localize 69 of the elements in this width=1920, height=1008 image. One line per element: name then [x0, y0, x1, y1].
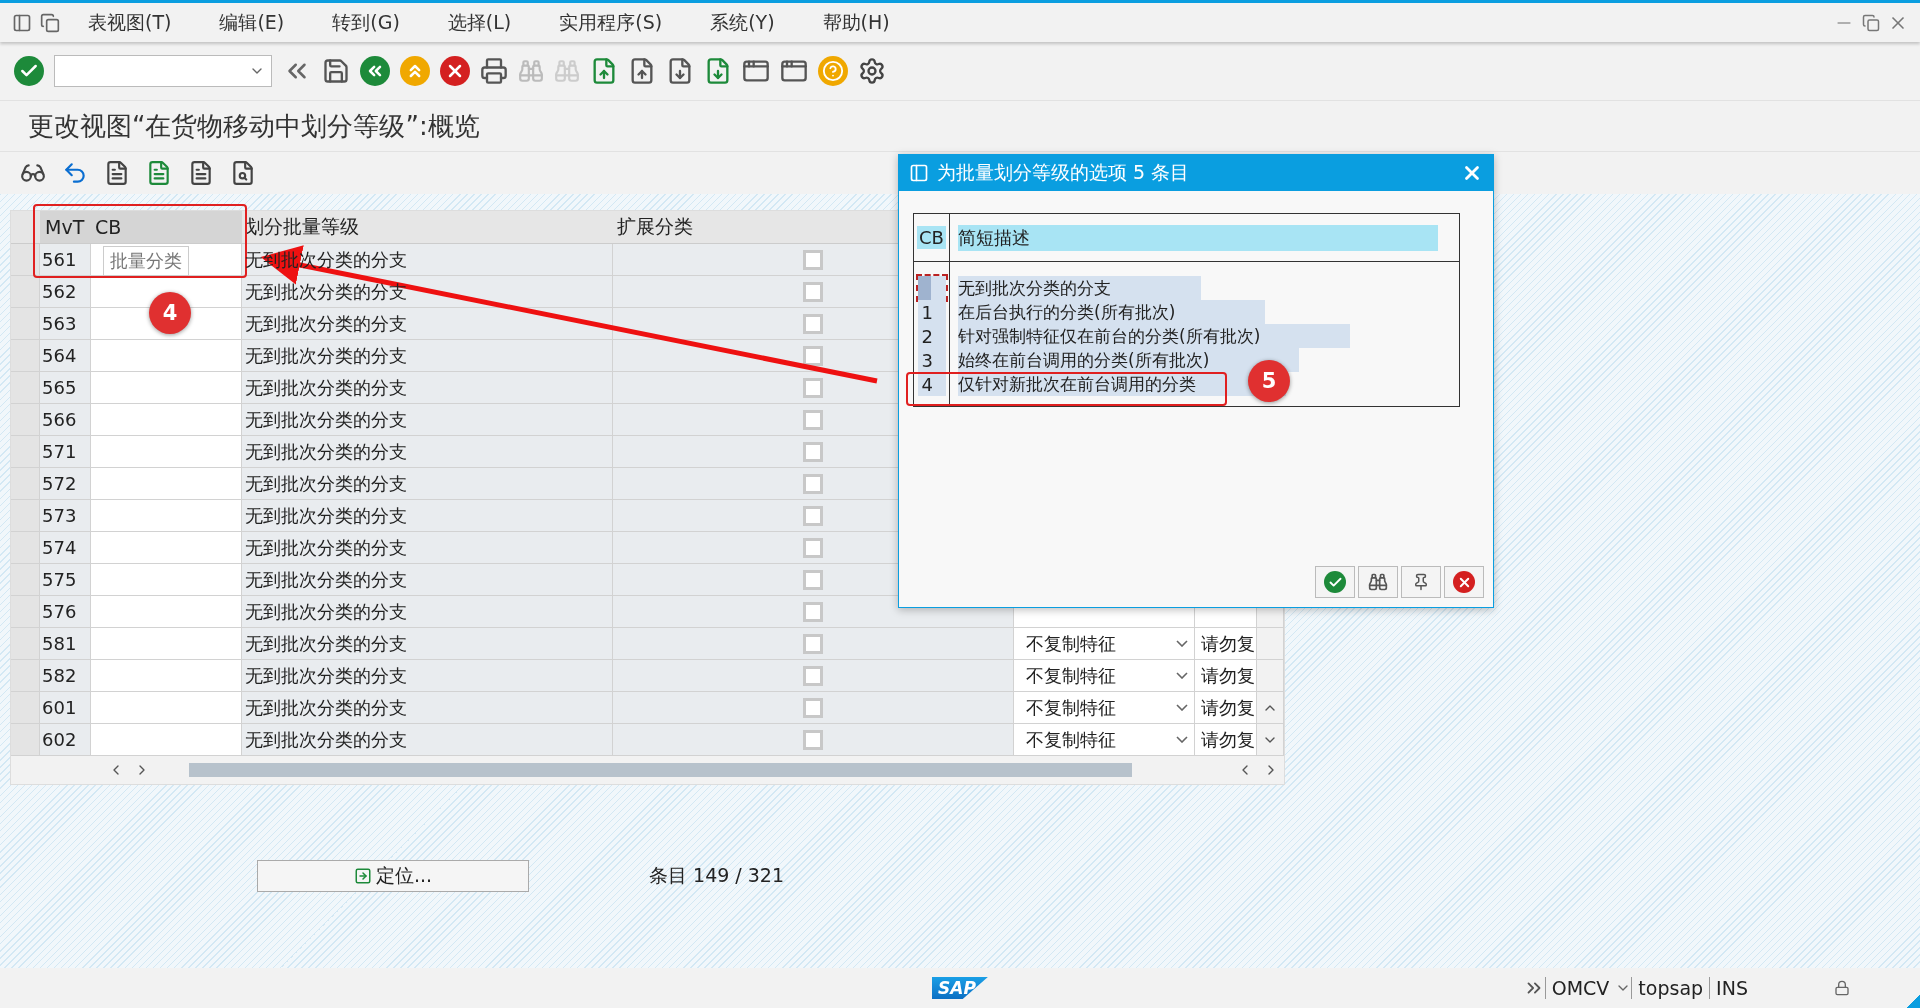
- table-cell: 565: [40, 372, 91, 404]
- table-cell: 575: [40, 564, 91, 596]
- table-cell: 564: [40, 340, 91, 372]
- table-cell: 572: [40, 468, 91, 500]
- tooltip: 批量分类: [103, 246, 189, 276]
- dropdown[interactable]: 不复制特征: [1014, 692, 1195, 724]
- table-cell: 请勿复: [1195, 660, 1257, 692]
- option-item[interactable]: 无到批次分类的分支: [958, 276, 1201, 300]
- transaction-code[interactable]: OMCV: [1544, 977, 1616, 999]
- table-cell: 581: [40, 628, 91, 660]
- option-item[interactable]: 针对强制特征仅在前台的分类(所有批次): [958, 324, 1351, 348]
- column-header: 简短描述: [958, 224, 1438, 251]
- menu-item[interactable]: 转到(G): [312, 9, 420, 36]
- table-cell: 602: [40, 724, 91, 756]
- logo: SAP: [932, 977, 988, 999]
- dropdown[interactable]: 不复制特征: [1014, 724, 1195, 756]
- table-cell: 573: [40, 500, 91, 532]
- dialog-title: 为批量划分等级的选项 5 条目: [937, 160, 1191, 185]
- table-cell: 无到批次分类的分支: [242, 692, 613, 724]
- entry-count: 条目 149 / 321: [649, 863, 785, 888]
- table-cell: 无到批次分类的分支: [242, 372, 613, 404]
- table-cell: 576: [40, 596, 91, 628]
- user-name: topsap: [1631, 977, 1710, 999]
- table-cell: 571: [40, 436, 91, 468]
- option-code[interactable]: 1: [917, 300, 946, 324]
- table-cell: 582: [40, 660, 91, 692]
- table-cell: 无到批次分类的分支: [242, 596, 613, 628]
- option-code[interactable]: 4: [917, 372, 946, 396]
- table-cell: 无到批次分类的分支: [242, 436, 613, 468]
- table-cell: 无到批次分类的分支: [242, 468, 613, 500]
- menu-item[interactable]: 系统(Y): [690, 9, 795, 36]
- table-cell: 562: [40, 276, 91, 308]
- option-item[interactable]: 始终在前台调用的分类(所有批次): [958, 348, 1300, 372]
- table-cell: 请勿复: [1195, 628, 1257, 660]
- menu-item[interactable]: 帮助(H): [802, 9, 910, 36]
- option-item[interactable]: 在后台执行的分类(所有批次): [958, 300, 1266, 324]
- table-cell: 无到批次分类的分支: [242, 340, 613, 372]
- dropdown[interactable]: 不复制特征: [1014, 628, 1195, 660]
- dropdown[interactable]: 不复制特征: [1014, 660, 1195, 692]
- table-cell: 无到批次分类的分支: [242, 308, 613, 340]
- table-cell: 561: [40, 244, 91, 276]
- option-code[interactable]: 3: [917, 348, 946, 372]
- menu-item[interactable]: 编辑(E): [199, 9, 305, 36]
- table-cell: 566: [40, 404, 91, 436]
- table-cell: 无到批次分类的分支: [242, 660, 613, 692]
- table-cell: 无到批次分类的分支: [242, 276, 613, 308]
- menu-item[interactable]: 实用程序(S): [539, 9, 683, 36]
- position-button[interactable]: 定位...: [257, 860, 529, 892]
- table-cell: 无到批次分类的分支: [242, 500, 613, 532]
- table-cell: 无到批次分类的分支: [242, 628, 613, 660]
- table-cell: 601: [40, 692, 91, 724]
- table-cell: 请勿复: [1195, 724, 1257, 756]
- column-header[interactable]: CB: [91, 211, 242, 244]
- option-code[interactable]: 2: [917, 324, 946, 348]
- table-cell: 574: [40, 532, 91, 564]
- column-header[interactable]: 划分批量等级: [242, 211, 613, 244]
- cb-input[interactable]: 批量分类: [91, 244, 242, 276]
- table-cell: 无到批次分类的分支: [242, 532, 613, 564]
- input-mode: INS: [1709, 977, 1754, 999]
- table-cell: 563: [40, 308, 91, 340]
- menu-item[interactable]: 选择(L): [427, 9, 532, 36]
- column-header: CB: [917, 226, 946, 249]
- column-header[interactable]: MvT: [40, 211, 91, 244]
- menu-item[interactable]: 表视图(T): [68, 9, 192, 36]
- table-cell: 无到批次分类的分支: [242, 404, 613, 436]
- table-cell: 请勿复: [1195, 692, 1257, 724]
- screen-title: 更改视图“在货物移动中划分等级”:概览: [28, 109, 480, 143]
- table-cell: 无到批次分类的分支: [242, 724, 613, 756]
- table-cell: 无到批次分类的分支: [242, 564, 613, 596]
